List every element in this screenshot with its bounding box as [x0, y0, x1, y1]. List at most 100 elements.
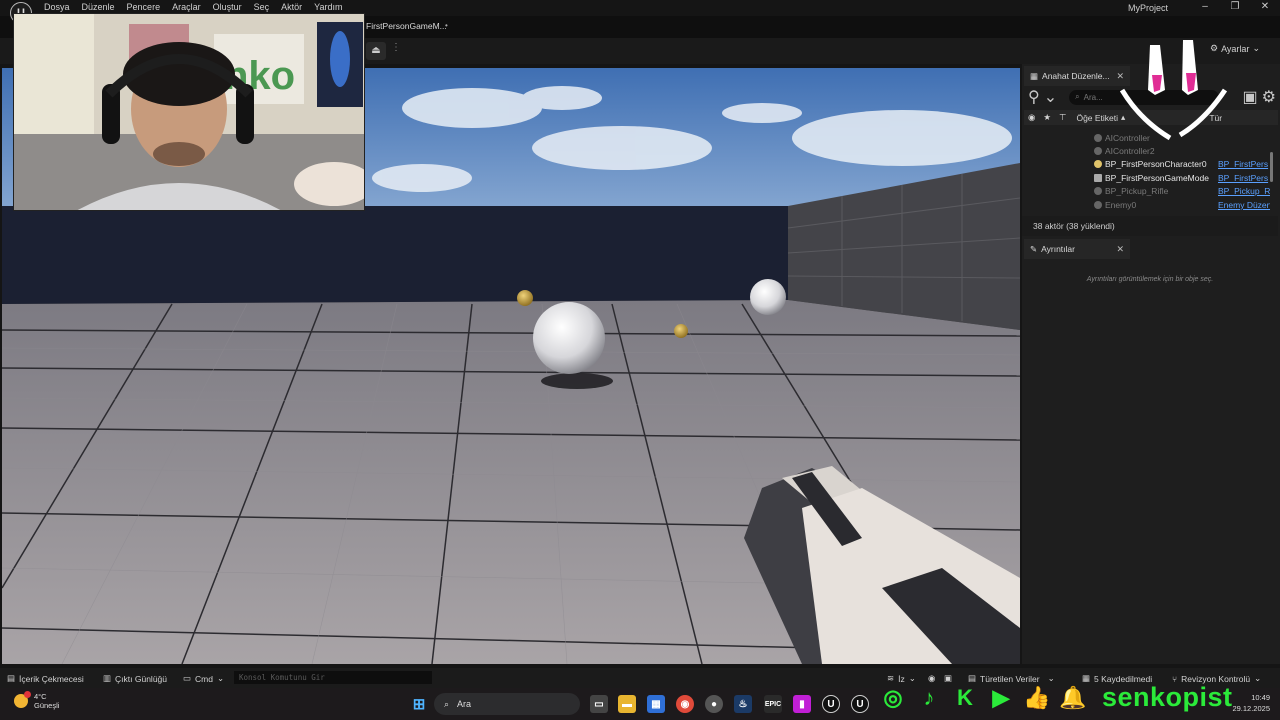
list-item[interactable]: Enemy0 Enemy Düzen	[1094, 198, 1274, 211]
menu-tools[interactable]: Araçlar	[166, 1, 207, 12]
search-icon: ⌕	[1075, 92, 1080, 101]
menu-select[interactable]: Seç	[248, 1, 276, 12]
instagram-icon: ◎	[883, 684, 903, 710]
log-icon: ▥	[103, 673, 112, 683]
actor-icon	[1094, 147, 1102, 156]
column-item-label[interactable]: Öğe Etiketi	[1076, 113, 1118, 123]
actor-type-link[interactable]: BP_FirstPers	[1218, 173, 1270, 183]
menu-window[interactable]: Pencere	[121, 1, 167, 12]
search-placeholder: Ara...	[1083, 92, 1103, 102]
menu-edit[interactable]: Düzenle	[76, 1, 121, 12]
cmd-dropdown[interactable]: ▭ Cmd ⌄	[183, 673, 224, 684]
favorite-star-icon[interactable]: ★	[1043, 112, 1051, 123]
gamemode-icon	[1094, 173, 1102, 182]
ball-shadow	[541, 373, 613, 389]
output-log-label: Çıktı Günlüğü	[115, 673, 168, 684]
actor-count: 38 aktör (38 yüklendi)	[1033, 221, 1115, 231]
system-clock[interactable]: 10:49 29.12.2025	[1226, 692, 1270, 714]
chevron-down-icon[interactable]: ⌄	[1044, 87, 1057, 107]
project-name: MyProject	[1128, 3, 1169, 13]
list-item[interactable]: BP_FirstPersonCharacter0 BP_FirstPers	[1094, 158, 1274, 171]
outliner-settings-icon[interactable]: ⚙	[1262, 87, 1276, 107]
unreal-engine-icon[interactable]: U	[851, 695, 869, 713]
taskbar-search-label: Ara	[457, 699, 472, 709]
outliner-scrollbar[interactable]	[1270, 152, 1273, 182]
outliner-tab-label: Anahat Düzenle...	[1042, 71, 1110, 81]
console-command-input[interactable]: Konsol Komutunu Gir	[234, 671, 432, 684]
details-tab[interactable]: ✎ Ayrıntılar ✕	[1024, 239, 1130, 259]
details-tab-label: Ayrıntılar	[1041, 244, 1075, 254]
twitch-icon[interactable]: ▮	[793, 695, 811, 713]
white-ball-large	[533, 302, 605, 374]
list-item[interactable]: BP_Pickup_Rifle BP_Pickup_R	[1094, 185, 1274, 198]
actor-name: Enemy0	[1105, 199, 1137, 210]
details-empty-message: Ayrıntıları görüntülemek için bir obje s…	[1086, 276, 1214, 283]
list-item[interactable]: BP_FirstPersonGameMode BP_FirstPers	[1094, 171, 1274, 184]
editor-window: U Dosya Düzenle Pencere Araçlar Oluştur …	[0, 0, 1280, 720]
actor-icon	[1094, 133, 1102, 142]
kick-icon: K	[957, 684, 973, 710]
drawer-icon: ▤	[7, 673, 16, 683]
level-tab[interactable]: FirstPersonGameM...	[366, 21, 447, 31]
content-drawer-label: İçerik Çekmecesi	[19, 673, 84, 684]
github-icon[interactable]: ●	[705, 695, 723, 713]
output-log-button[interactable]: ▥ Çıktı Günlüğü	[103, 673, 167, 684]
close-details-icon[interactable]: ✕	[1116, 244, 1124, 255]
youtube-icon: ▶	[992, 684, 1010, 710]
windows-start-icon[interactable]: ⊞	[410, 695, 428, 713]
epic-games-icon[interactable]: EPIC	[764, 695, 782, 713]
unreal-engine-icon[interactable]: U	[822, 695, 840, 713]
outliner-tab[interactable]: ▦ Anahat Düzenle... ✕	[1024, 66, 1130, 86]
tiktok-icon: ♪	[923, 684, 935, 710]
menu-file[interactable]: Dosya	[38, 1, 76, 12]
menu-bar: Dosya Düzenle Pencere Araçlar Oluştur Se…	[38, 1, 348, 12]
bell-icon: 🔔	[1059, 684, 1087, 710]
taskbar-search[interactable]: ⌕ Ara	[434, 693, 580, 715]
search-icon: ⌕	[444, 698, 450, 709]
filter-icon[interactable]: ⚲	[1028, 87, 1040, 107]
actor-type-link[interactable]: Enemy Düzen	[1218, 200, 1270, 210]
folder-add-icon[interactable]: ▣	[1243, 87, 1258, 107]
weather-condition: Güneşli	[34, 701, 60, 710]
sun-icon	[14, 691, 31, 708]
unsaved-dot: •	[445, 21, 448, 30]
pencil-icon: ✎	[1030, 243, 1038, 254]
menu-build[interactable]: Oluştur	[207, 1, 248, 12]
thumbs-up-icon: 👍	[1023, 684, 1051, 710]
chrome-icon[interactable]: ◉	[676, 695, 694, 713]
menu-help[interactable]: Yardım	[308, 1, 348, 12]
file-explorer-icon[interactable]: ▬	[618, 695, 636, 713]
actor-type-link[interactable]: BP_Pickup_R	[1218, 186, 1270, 196]
stream-social-overlay: ◎ ♪ K ▶ 👍 🔔 senkopist	[878, 682, 1233, 713]
outliner-icon: ▦	[1030, 70, 1039, 81]
streamer-name: senkopist	[1102, 682, 1233, 712]
restore-icon[interactable]: ❐	[1220, 0, 1250, 16]
weather-widget[interactable]: 4°C Güneşli	[14, 691, 60, 710]
pin-icon[interactable]: ⊤	[1059, 112, 1066, 123]
content-drawer-button[interactable]: ▤ İçerik Çekmecesi	[7, 673, 84, 684]
chevron-down-icon: ⌄	[1254, 673, 1262, 683]
task-view-icon[interactable]: ▭	[590, 695, 608, 713]
eject-icon: ⏏	[371, 45, 381, 56]
steam-icon[interactable]: ♨	[734, 695, 752, 713]
back-wall	[2, 206, 788, 304]
menu-actor[interactable]: Aktör	[275, 1, 308, 12]
terminal-icon: ▭	[183, 673, 192, 683]
minimize-icon[interactable]: –	[1190, 0, 1220, 16]
visibility-eye-icon[interactable]: ◉	[1028, 112, 1035, 123]
actor-icon	[1094, 187, 1102, 196]
chevron-down-icon: ⌄	[216, 673, 225, 683]
decorative-sparkle-overlay	[1120, 40, 1228, 141]
store-icon[interactable]: ▦	[647, 695, 665, 713]
webcam-overlay: nko	[13, 13, 365, 211]
eject-button[interactable]: ⏏	[366, 42, 386, 60]
chevron-down-icon: ⌄	[1252, 43, 1260, 53]
gold-pickup-1	[517, 290, 533, 306]
clock-time: 10:49	[1251, 693, 1270, 702]
character-icon	[1094, 160, 1102, 169]
more-options-icon[interactable]: ⋮	[391, 42, 401, 53]
clock-date: 29.12.2025	[1232, 704, 1270, 713]
close-icon[interactable]: ✕	[1250, 0, 1280, 16]
actor-icon	[1094, 200, 1102, 209]
actor-type-link[interactable]: BP_FirstPers	[1218, 159, 1270, 169]
